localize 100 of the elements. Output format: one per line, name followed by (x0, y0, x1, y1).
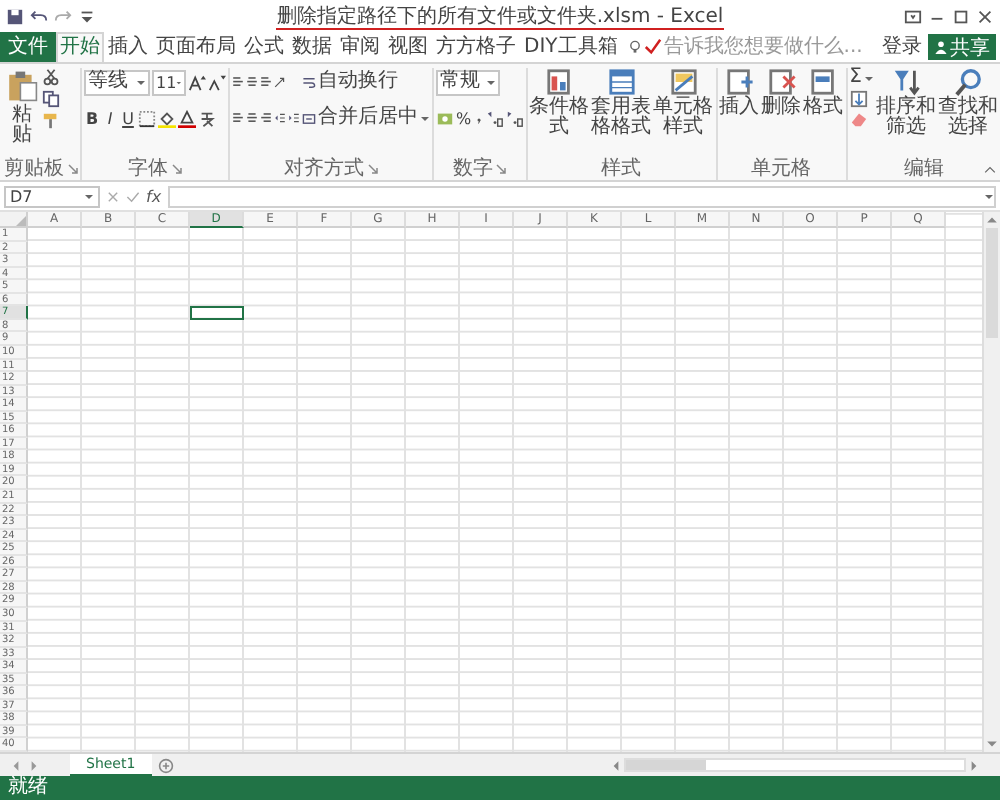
search-icon (953, 68, 982, 96)
group-label: 数字 (452, 157, 493, 179)
clipboard-icon (6, 68, 38, 104)
delete-cells-icon (767, 68, 796, 96)
dropdown-caret-icon[interactable] (84, 192, 94, 202)
percent-style-button[interactable]: % (456, 109, 472, 127)
center-icon[interactable] (246, 112, 258, 124)
wrap-text-button[interactable]: 自动换行 (302, 72, 398, 92)
ribbon-tab[interactable]: 公式 (240, 32, 288, 62)
selected-cell[interactable] (190, 306, 244, 320)
merge-cells-icon (302, 111, 316, 125)
italic-button[interactable]: I (102, 109, 118, 127)
bold-button[interactable]: B (84, 109, 100, 127)
share-button[interactable]: 共享 (928, 34, 996, 60)
wrap-text-icon (302, 75, 316, 89)
format-painter-icon[interactable] (42, 112, 60, 130)
sort-filter-icon (891, 68, 920, 96)
group-label: 字体 (128, 157, 168, 179)
window-title: 删除指定路径下的所有文件或文件夹.xlsm - Excel (276, 5, 724, 29)
ribbon-tab[interactable]: DIY工具箱 (520, 32, 622, 62)
fill-icon[interactable] (849, 90, 868, 108)
lightbulb-icon[interactable] (627, 38, 642, 56)
add-sheet-icon[interactable] (157, 757, 174, 773)
scroll-left-icon[interactable] (610, 759, 622, 771)
style-button[interactable]: 条件格式 (529, 68, 590, 138)
font-color-icon[interactable] (178, 109, 196, 127)
ribbon-tab[interactable]: 插入 (104, 32, 152, 62)
copy-icon[interactable] (42, 90, 60, 108)
decrease-indent-icon[interactable] (274, 112, 286, 124)
ribbon-tab[interactable]: 开始 (56, 32, 104, 62)
tick-mark-icon (643, 38, 662, 56)
ribbon-tab[interactable]: 数据 (288, 32, 336, 62)
autosum-button[interactable]: Σ (849, 68, 874, 88)
undo-icon[interactable] (30, 7, 48, 25)
ribbon-tab[interactable]: 页面布局 (152, 32, 240, 62)
ribbon-tab[interactable]: 审阅 (336, 32, 384, 62)
expand-formula-bar-icon[interactable] (984, 192, 994, 202)
table-format-icon (607, 68, 636, 96)
maximize-icon[interactable] (952, 7, 970, 25)
group-label: 剪贴板 (4, 157, 64, 179)
close-icon[interactable] (976, 7, 994, 25)
collapse-ribbon-icon[interactable] (984, 164, 996, 176)
name-box[interactable]: D7 (4, 186, 100, 208)
number-format-field[interactable]: 常规 (436, 69, 500, 95)
cell-styles-icon (669, 68, 698, 96)
underline-button[interactable]: U (120, 109, 136, 127)
fill-color-icon[interactable] (158, 109, 176, 127)
paste-button[interactable]: 粘贴 (4, 68, 40, 146)
dropdown-caret-icon[interactable] (863, 73, 874, 83)
decrease-font-size-icon[interactable] (208, 73, 226, 91)
sign-in-link[interactable]: 登录 (882, 32, 922, 62)
increase-indent-icon[interactable] (288, 112, 300, 124)
find-select-button[interactable]: 查找和选择 (937, 68, 998, 138)
cut-icon[interactable] (42, 68, 60, 86)
decrease-decimal-icon[interactable] (505, 109, 524, 127)
phonetic-guide-icon[interactable] (198, 109, 216, 127)
scroll-right-icon[interactable] (968, 759, 980, 771)
dialog-launcher-icon[interactable] (172, 163, 182, 173)
ribbon-tab[interactable]: 方方格子 (432, 32, 520, 62)
dropdown-caret-icon[interactable] (486, 77, 496, 87)
formula-input[interactable] (167, 186, 996, 208)
style-button[interactable]: 套用表格格式 (591, 68, 652, 138)
increase-decimal-icon[interactable] (485, 109, 504, 127)
format-cells-icon (809, 68, 838, 96)
top-align-icon[interactable] (232, 76, 244, 88)
sort-filter-button[interactable]: 排序和筛选 (875, 68, 936, 138)
align-right-icon[interactable] (260, 112, 272, 124)
file-tab[interactable]: 文件 (0, 32, 56, 62)
customize-toolbar-icon[interactable] (78, 7, 96, 25)
cells-button[interactable]: 插入 (719, 68, 760, 118)
dialog-launcher-icon[interactable] (368, 163, 378, 173)
merge-center-button[interactable]: 合并后居中 (302, 108, 430, 128)
middle-align-icon[interactable] (246, 76, 258, 88)
scrollbar-thumb[interactable] (626, 760, 706, 770)
align-left-icon[interactable] (232, 112, 244, 124)
status-text: 就绪 (8, 778, 48, 798)
group-label: 对齐方式 (284, 157, 364, 179)
group-label: 样式 (601, 157, 642, 179)
dropdown-caret-icon[interactable] (176, 77, 182, 87)
font-size-field[interactable]: 11 (152, 69, 186, 95)
ribbon-options-icon[interactable] (904, 7, 922, 25)
group-label: 编辑 (903, 157, 944, 179)
bottom-align-icon[interactable] (260, 76, 272, 88)
cells-button[interactable]: 格式 (803, 68, 844, 118)
cells-button[interactable]: 删除 (761, 68, 802, 118)
save-icon[interactable] (6, 7, 24, 25)
tell-me-field[interactable]: 告诉我您想要做什么... (663, 36, 864, 58)
group-label: 单元格 (751, 157, 812, 179)
ribbon-tab[interactable]: 视图 (384, 32, 432, 62)
dialog-launcher-icon[interactable] (496, 163, 507, 173)
orientation-icon[interactable] (274, 76, 286, 88)
dropdown-caret-icon[interactable] (420, 113, 430, 123)
borders-icon[interactable] (138, 109, 156, 127)
font-name-field[interactable]: 等线 (84, 69, 150, 95)
insert-function-button[interactable]: fx (146, 188, 162, 206)
dropdown-caret-icon[interactable] (136, 77, 146, 87)
style-button[interactable]: 单元格样式 (653, 68, 714, 138)
increase-font-size-icon[interactable] (188, 73, 206, 91)
dialog-launcher-icon[interactable] (68, 163, 78, 173)
conditional-formatting-icon (545, 68, 574, 96)
